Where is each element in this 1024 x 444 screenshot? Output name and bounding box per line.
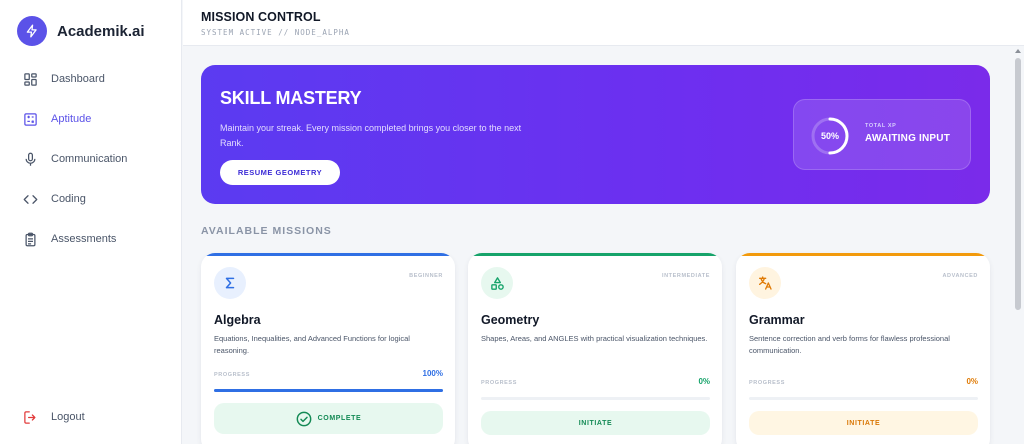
progress-track	[214, 389, 443, 392]
progress-track	[749, 397, 978, 400]
system-status: SYSTEM ACTIVE // NODE_ALPHA	[201, 28, 350, 37]
mission-description: Sentence correction and verb forms for f…	[749, 334, 950, 355]
page-title: MISSION CONTROL	[201, 10, 321, 24]
card-accent-stripe	[468, 253, 722, 256]
progress-label: PROGRESS	[749, 380, 785, 386]
xp-value: AWAITING INPUT	[865, 133, 951, 144]
logout-button[interactable]: Logout	[22, 407, 85, 427]
mission-title: Grammar	[749, 313, 805, 327]
button-label: COMPLETE	[317, 415, 362, 422]
calculator-icon	[22, 111, 38, 127]
skill-mastery-banner: SKILL MASTERY Maintain your streak. Ever…	[201, 65, 990, 204]
progress-value: 0%	[966, 377, 978, 386]
sidebar-item-coding[interactable]: Coding	[22, 189, 86, 209]
scroll-thumb[interactable]	[1015, 58, 1021, 310]
progress-label: PROGRESS	[481, 380, 517, 386]
sidebar-item-label: Communication	[51, 153, 128, 165]
mission-card-geometry[interactable]: INTERMEDIATE Geometry Shapes, Areas, and…	[468, 253, 722, 444]
xp-label: TOTAL XP	[865, 123, 897, 129]
initiate-button[interactable]: INITIATE	[749, 411, 978, 435]
mission-card-grammar[interactable]: ADVANCED Grammar Sentence correction and…	[736, 253, 990, 444]
section-title: AVAILABLE MISSIONS	[201, 225, 332, 237]
mission-title: Geometry	[481, 313, 540, 327]
microphone-icon	[22, 151, 38, 167]
difficulty-badge: INTERMEDIATE	[661, 273, 710, 279]
resume-geometry-button[interactable]: RESUME GEOMETRY	[220, 160, 340, 185]
button-label: INITIATE	[578, 419, 613, 427]
progress-label: PROGRESS	[214, 372, 250, 378]
mission-title: Algebra	[214, 313, 261, 327]
lightning-logo-icon	[17, 16, 47, 46]
scroll-up-arrow-icon[interactable]	[1015, 49, 1021, 53]
sidebar-item-label: Aptitude	[51, 113, 92, 125]
complete-button[interactable]: COMPLETE	[214, 403, 443, 434]
sidebar-item-label: Dashboard	[51, 73, 105, 85]
progress-value: 100%	[422, 369, 443, 378]
initiate-button[interactable]: INITIATE	[481, 411, 710, 435]
progress-fill	[214, 389, 443, 392]
brand-name: Academik.ai	[57, 22, 145, 40]
sidebar-item-assessments[interactable]: Assessments	[22, 229, 116, 249]
hero-description: Maintain your streak. Every mission comp…	[220, 123, 522, 148]
sidebar-item-communication[interactable]: Communication	[22, 149, 127, 169]
clipboard-icon	[22, 231, 38, 247]
top-header: MISSION CONTROL SYSTEM ACTIVE // NODE_AL…	[183, 0, 1024, 46]
mission-card-algebra[interactable]: BEGINNER Algebra Equations, Inequalities…	[201, 253, 455, 444]
logout-label: Logout	[51, 411, 85, 423]
card-accent-stripe	[201, 253, 455, 256]
sigma-icon	[214, 267, 246, 299]
shapes-icon	[481, 267, 513, 299]
sidebar-item-label: Coding	[51, 193, 86, 205]
sidebar-item-dashboard[interactable]: Dashboard	[22, 69, 105, 89]
hero-title: SKILL MASTERY	[220, 88, 362, 108]
translate-icon	[749, 267, 781, 299]
logout-icon	[22, 409, 38, 425]
mission-description: Shapes, Areas, and ANGLES with practical…	[481, 334, 708, 343]
difficulty-badge: BEGINNER	[409, 273, 443, 279]
check-circle-icon	[296, 411, 312, 427]
progress-track	[481, 397, 710, 400]
xp-percent: 50%	[820, 131, 839, 141]
sidebar-item-aptitude[interactable]: Aptitude	[22, 109, 91, 129]
dashboard-icon	[22, 71, 38, 87]
card-accent-stripe	[736, 253, 990, 256]
sidebar-item-label: Assessments	[51, 233, 117, 245]
mission-description: Equations, Inequalities, and Advanced Fu…	[214, 334, 410, 355]
progress-value: 0%	[698, 377, 710, 386]
difficulty-badge: ADVANCED	[942, 273, 978, 279]
button-label: INITIATE	[846, 419, 881, 427]
code-icon	[22, 191, 38, 207]
sidebar: Academik.ai Dashboard Aptitude Communica…	[0, 0, 182, 444]
scrollbar[interactable]	[1014, 46, 1022, 444]
brand[interactable]: Academik.ai	[17, 16, 145, 46]
xp-card: 50% TOTAL XP AWAITING INPUT	[793, 99, 971, 170]
